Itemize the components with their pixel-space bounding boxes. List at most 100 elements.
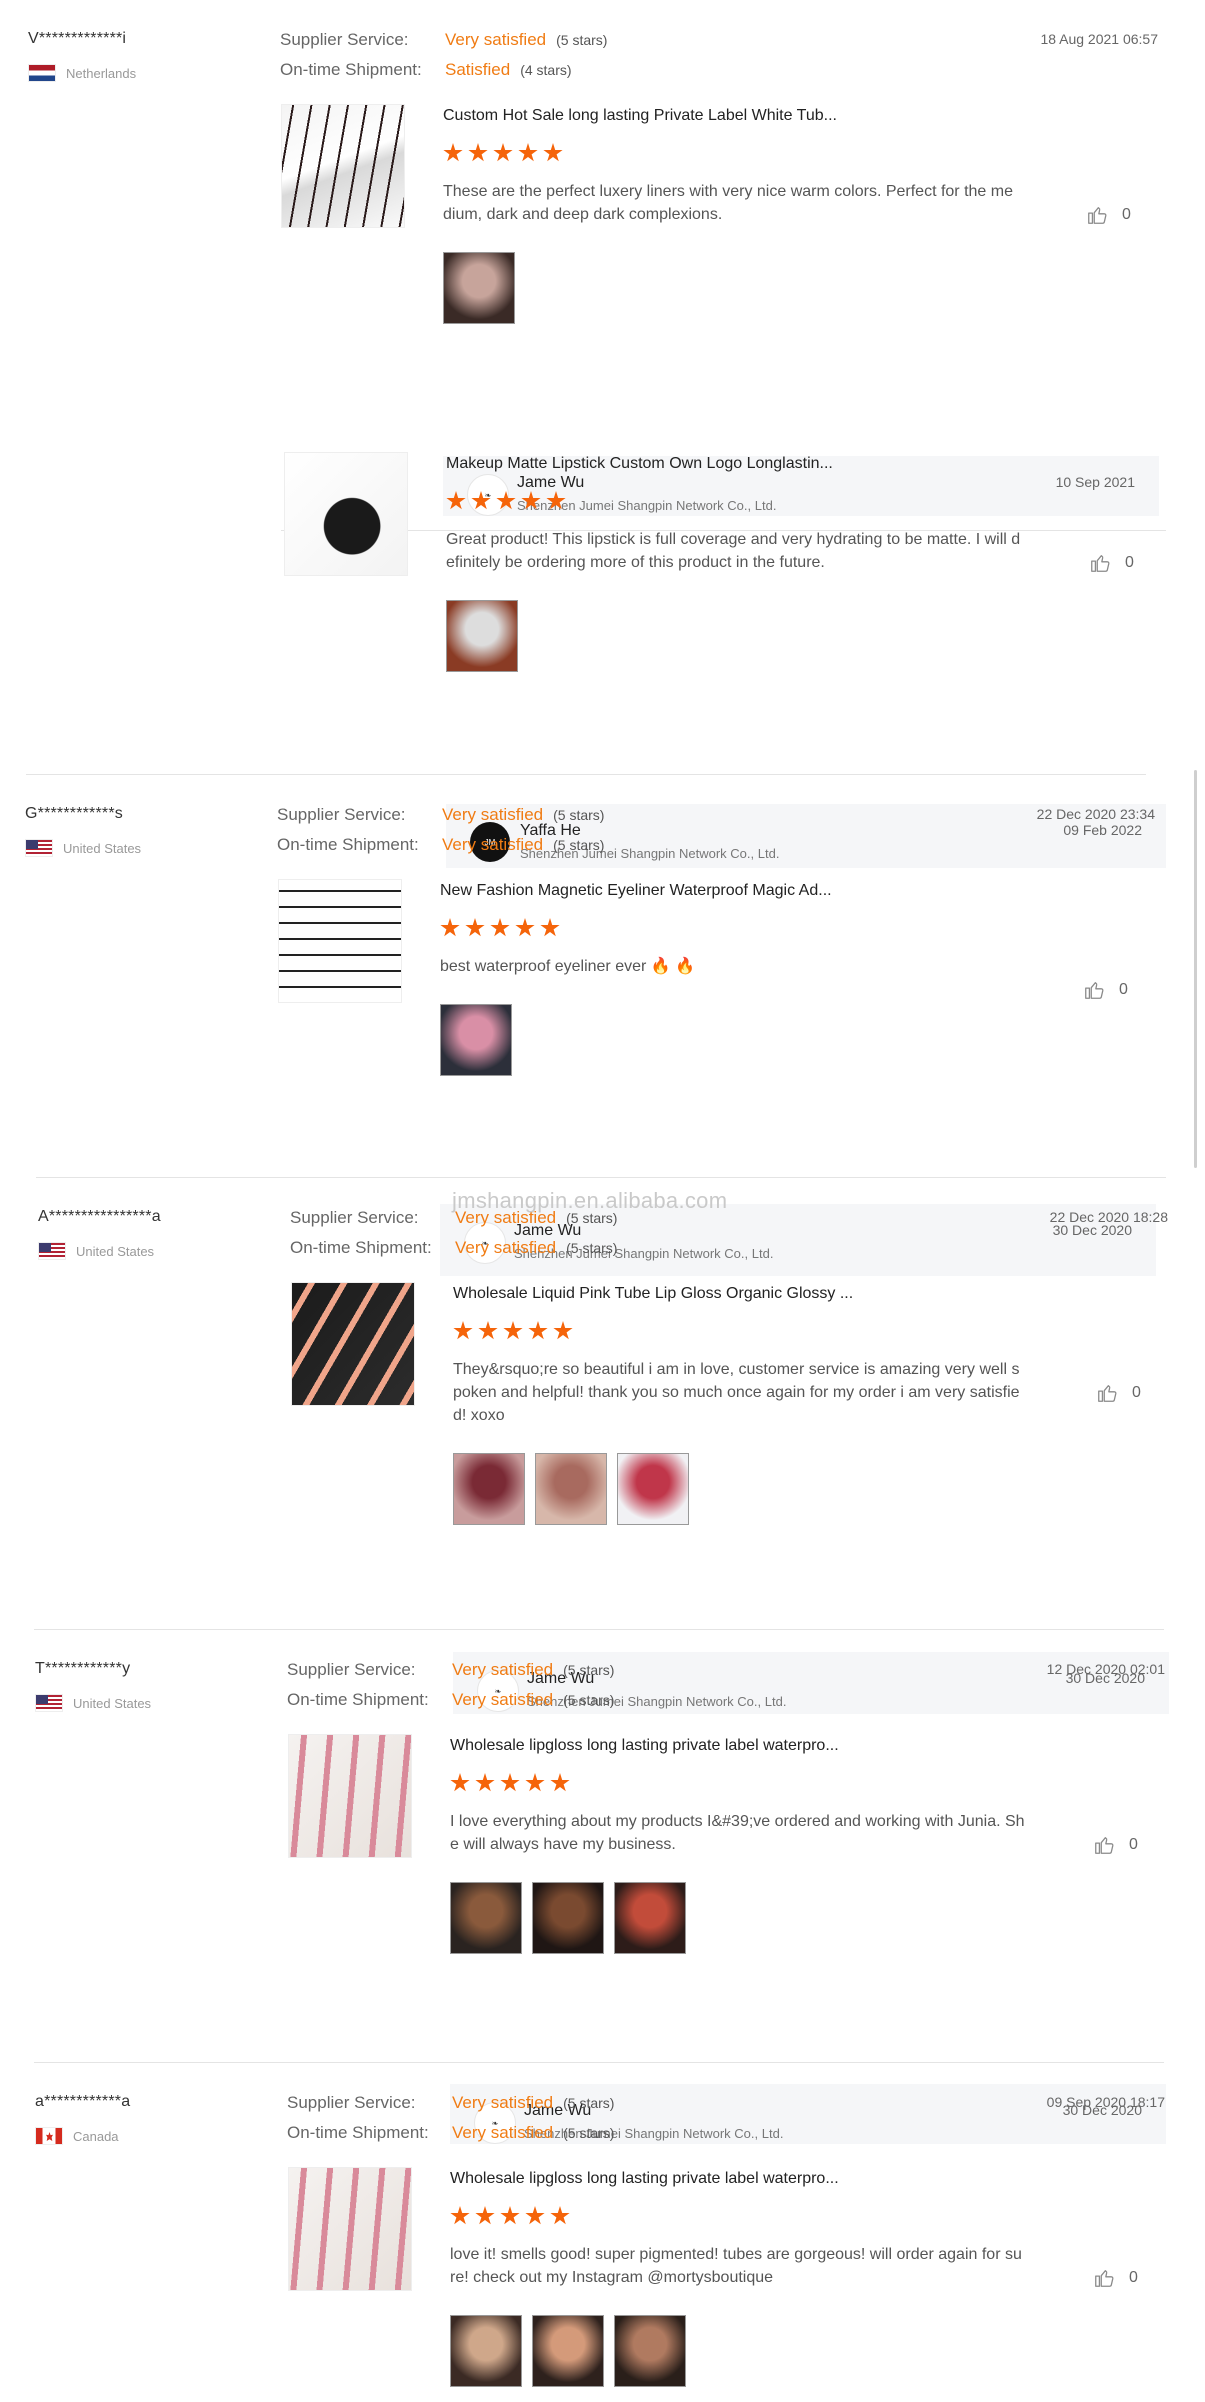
store-watermark: jmshangpin.en.alibaba.com — [452, 1188, 728, 1213]
gloss-photo-2[interactable] — [535, 1453, 607, 1525]
rating-stars-count: (5 stars) — [553, 807, 605, 823]
helpful-likes[interactable]: 0 — [1093, 1834, 1138, 1856]
rating-stars-count: (5 stars) — [556, 32, 608, 48]
country-name: United States — [76, 1243, 155, 1259]
rating-value: Very satisfied — [442, 805, 544, 824]
helpful-likes[interactable]: 0 — [1096, 1382, 1141, 1404]
review-comment: Great product! This lipstick is full cov… — [446, 531, 1021, 571]
rating-value: Very satisfied — [445, 30, 547, 49]
product-title-link[interactable]: Custom Hot Sale long lasting Private Lab… — [443, 107, 837, 125]
rating-value: Very satisfied — [452, 2123, 554, 2142]
rating-stars-count: (5 stars) — [563, 2095, 615, 2111]
star-icon — [468, 143, 488, 162]
reply-date: 10 Sep 2021 — [1055, 474, 1135, 490]
star-icon — [525, 1773, 545, 1792]
rating-value: Very satisfied — [455, 1238, 557, 1257]
scrollbar-thumb[interactable] — [1194, 770, 1197, 1168]
rating-label: Supplier Service: — [287, 2093, 416, 2112]
star-icon — [500, 1773, 520, 1792]
country-name: United States — [63, 840, 142, 856]
product-thumbnail[interactable] — [281, 104, 405, 228]
rating-stars-count: (5 stars) — [563, 1692, 615, 1708]
rating-label: Supplier Service: — [277, 805, 406, 824]
helpful-likes[interactable]: 0 — [1089, 552, 1134, 574]
product-rating-stars — [446, 491, 566, 511]
review-photos — [440, 1004, 512, 1076]
buyer-name: V*************i — [28, 30, 127, 47]
buyer-name: G************s — [25, 805, 123, 822]
product-title-link[interactable]: Wholesale Liquid Pink Tube Lip Gloss Org… — [453, 1285, 853, 1303]
rating-value: Very satisfied — [452, 1690, 554, 1709]
review-comment: I love everything about my products I&#3… — [450, 1813, 1025, 1853]
rating-stars-count: (5 stars) — [566, 1240, 618, 1256]
review-photos — [443, 252, 515, 324]
product-title-link[interactable]: Makeup Matte Lipstick Custom Own Logo Lo… — [446, 455, 833, 473]
rating-stars-count: (5 stars) — [563, 2125, 615, 2141]
buyer-country: United States — [38, 1242, 154, 1260]
rating-label: On-time Shipment: — [287, 2123, 429, 2142]
likes-count: 0 — [1119, 981, 1128, 998]
product-thumbnail[interactable] — [291, 1282, 415, 1406]
star-icon — [515, 918, 535, 937]
review-photos — [446, 600, 518, 672]
selfie-photo-2[interactable] — [532, 2315, 604, 2387]
product-thumbnail[interactable] — [288, 2167, 412, 2291]
thumbs-up-icon[interactable] — [1093, 1834, 1115, 1856]
swatch-photo[interactable] — [443, 252, 515, 324]
buyer-name: A****************a — [38, 1208, 161, 1225]
model-photo-1[interactable] — [450, 1882, 522, 1954]
star-icon — [518, 143, 538, 162]
likes-count: 0 — [1132, 1384, 1141, 1401]
review-photos — [450, 2315, 686, 2387]
flowers-photo[interactable] — [446, 600, 518, 672]
star-icon — [490, 918, 510, 937]
product-thumbnail[interactable] — [288, 1734, 412, 1858]
country-name: United States — [73, 1695, 152, 1711]
review-photos — [450, 1882, 686, 1954]
star-icon — [521, 491, 541, 510]
model-photo-3[interactable] — [614, 1882, 686, 1954]
star-icon — [475, 2206, 495, 2225]
helpful-likes[interactable]: 0 — [1083, 979, 1128, 1001]
review-comment: love it! smells good! super pigmented! t… — [450, 2246, 1022, 2286]
thumbs-up-icon[interactable] — [1096, 1382, 1118, 1404]
likes-count: 0 — [1122, 206, 1131, 223]
thumbs-up-icon[interactable] — [1086, 204, 1108, 226]
rating-stars-count: (5 stars) — [553, 837, 605, 853]
supplier-service-rating: Supplier Service: Very satisfied (5 stars) — [287, 2093, 614, 2113]
selfie-photo-3[interactable] — [614, 2315, 686, 2387]
united-states-flag-icon — [25, 839, 53, 857]
star-icon — [550, 2206, 570, 2225]
star-icon — [443, 143, 463, 162]
model-photo-2[interactable] — [532, 1882, 604, 1954]
gloss-photo-1[interactable] — [453, 1453, 525, 1525]
product-thumbnail[interactable] — [278, 879, 402, 1003]
star-icon — [475, 1773, 495, 1792]
review-divider — [34, 2062, 1164, 2063]
thumbs-up-icon[interactable] — [1083, 979, 1105, 1001]
review-date: 18 Aug 2021 06:57 — [1040, 31, 1158, 47]
star-icon — [503, 1321, 523, 1340]
netherlands-flag-icon — [28, 64, 56, 82]
thumbs-up-icon[interactable] — [1089, 552, 1111, 574]
product-title-link[interactable]: Wholesale lipgloss long lasting private … — [450, 2170, 839, 2188]
thumbs-up-icon[interactable] — [1093, 2267, 1115, 2289]
star-icon — [478, 1321, 498, 1340]
ontime-shipment-rating: On-time Shipment: Very satisfied (5 stars) — [287, 2123, 614, 2143]
product-thumbnail[interactable] — [284, 452, 408, 576]
selfie-photo-1[interactable] — [450, 2315, 522, 2387]
star-icon — [440, 918, 460, 937]
product-rating-stars — [453, 1321, 573, 1341]
helpful-likes[interactable]: 0 — [1093, 2267, 1138, 2289]
product-title-link[interactable]: Wholesale lipgloss long lasting private … — [450, 1737, 839, 1755]
product-title-link[interactable]: New Fashion Magnetic Eyeliner Waterproof… — [440, 882, 832, 900]
likes-count: 0 — [1129, 1836, 1138, 1853]
helpful-likes[interactable]: 0 — [1086, 204, 1131, 226]
star-icon — [446, 491, 466, 510]
buyer-country: Netherlands — [28, 64, 136, 82]
product-rating-stars — [450, 2206, 570, 2226]
review-photos — [453, 1453, 689, 1525]
review-date: 22 Dec 2020 18:28 — [1049, 1209, 1168, 1225]
eyeliner-photo[interactable] — [440, 1004, 512, 1076]
gloss-photo-3[interactable] — [617, 1453, 689, 1525]
